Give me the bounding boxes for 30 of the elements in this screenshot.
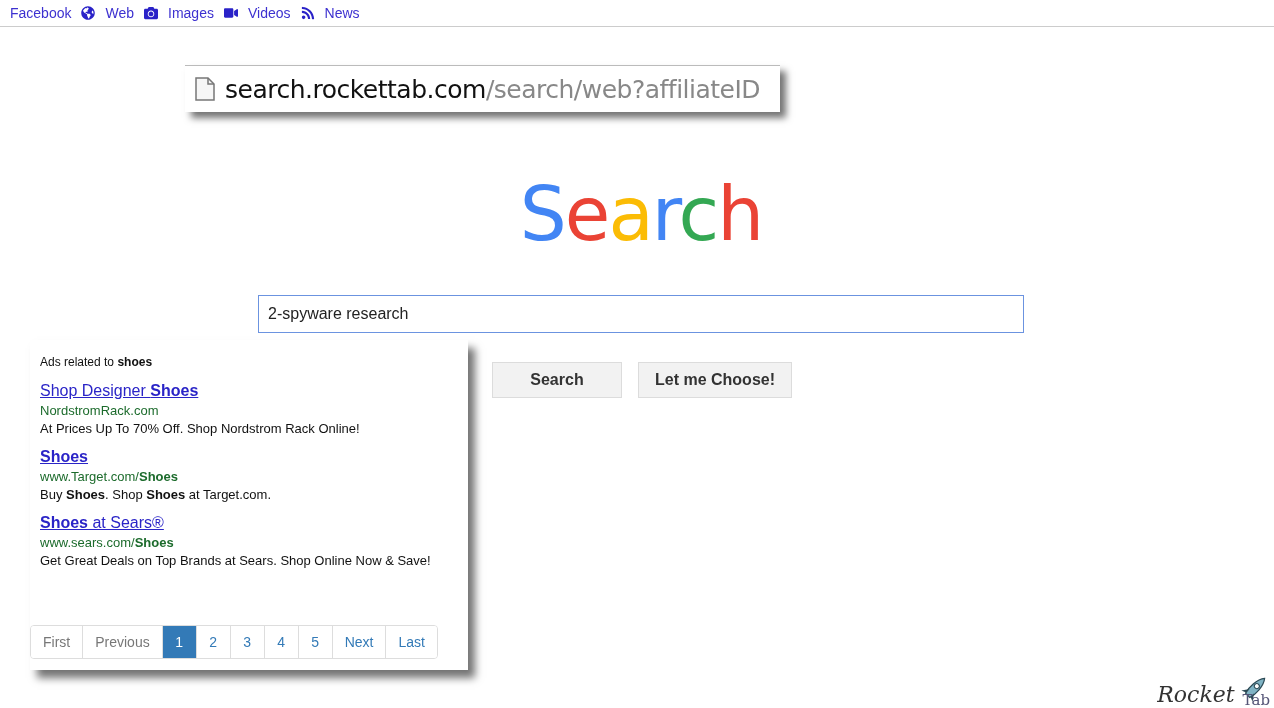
ads-heading: Ads related to shoes xyxy=(40,355,154,369)
ad-url: NordstromRack.com xyxy=(40,403,160,418)
nav-link[interactable]: Videos xyxy=(247,5,291,21)
nav-link[interactable]: Web xyxy=(105,5,135,21)
video-camera-icon xyxy=(223,6,238,20)
page-icon xyxy=(195,77,215,101)
page-link[interactable]: 1 xyxy=(161,626,196,658)
brand-subtitle: Tab xyxy=(1242,693,1270,708)
globe-icon xyxy=(81,6,96,20)
ad-description: At Prices Up To 70% Off. Shop Nordstrom Rack Online! xyxy=(40,421,361,436)
rss-icon xyxy=(300,6,315,20)
search-button[interactable]: Search xyxy=(492,362,622,398)
nav-link[interactable]: Images xyxy=(168,5,214,21)
ad-description: Buy Shoes. Shop Shoes at Target.com. xyxy=(40,487,272,502)
url-text: search.rockettab.com/search/web?affiliateID xyxy=(225,74,761,104)
ad-title-link[interactable]: Shop Designer Shoes xyxy=(40,382,199,400)
ad-url: www.sears.com/Shoes xyxy=(40,535,175,550)
address-bar[interactable]: search.rockettab.com/search/web?affiliateID xyxy=(185,65,780,112)
ad-title-link[interactable]: Shoes at Sears® xyxy=(40,514,164,532)
search-button[interactable]: Let me Choose! xyxy=(638,362,792,398)
nav-link[interactable]: News xyxy=(324,5,360,21)
search-field[interactable]: 2-spyware research xyxy=(258,295,1024,333)
camera-icon xyxy=(144,6,159,20)
ad-title-link[interactable]: Shoes xyxy=(40,448,88,466)
brand-name: Rocket xyxy=(1157,684,1235,706)
page-link[interactable]: Last xyxy=(385,626,437,658)
search-logo: Search xyxy=(519,177,763,251)
ad-description: Get Great Deals on Top Brands at Sears. Shop Online Now & Save! xyxy=(40,553,432,568)
ad-url: www.Target.com/Shoes xyxy=(40,469,179,484)
nav-link[interactable]: Facebook xyxy=(10,5,72,21)
